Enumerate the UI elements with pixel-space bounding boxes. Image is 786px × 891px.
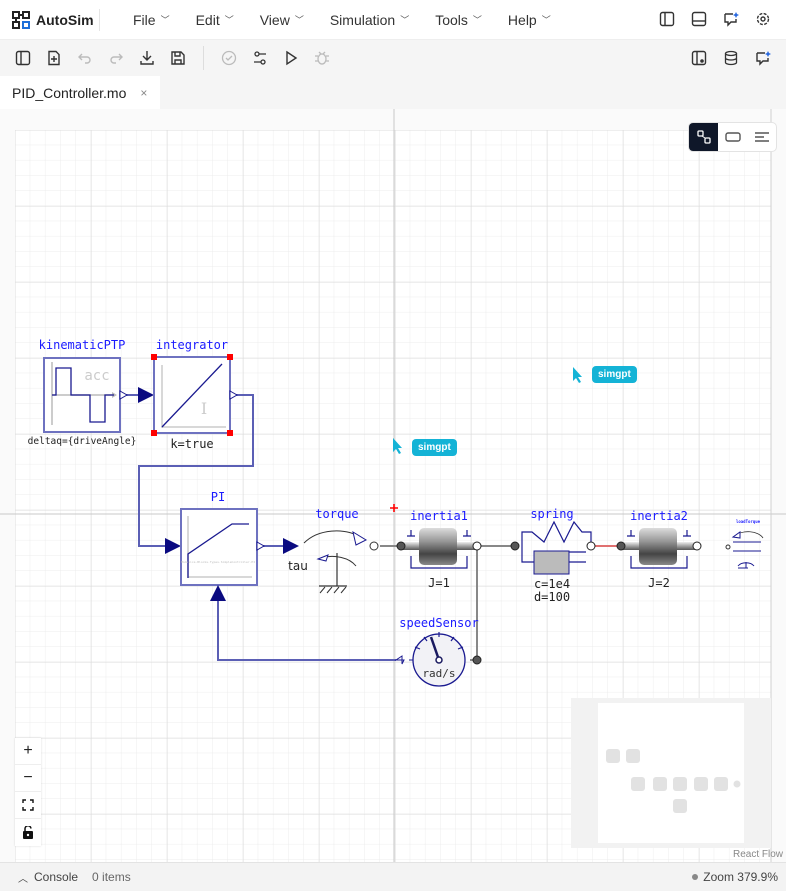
- lock-button[interactable]: [15, 819, 41, 846]
- fit-view-button[interactable]: [15, 792, 41, 819]
- chevron-down-icon: ﹀: [224, 15, 234, 25]
- autosim-logo-icon: [12, 10, 30, 29]
- menu-label: Help: [507, 11, 537, 28]
- toggle-bottom-panel-icon[interactable]: [690, 10, 708, 28]
- block-name: PI: [211, 490, 225, 504]
- debug-icon[interactable]: [313, 49, 331, 67]
- console-toggle[interactable]: ︿ Console: [18, 870, 78, 885]
- toolbar-divider: [203, 46, 204, 70]
- database-icon[interactable]: [722, 49, 740, 67]
- zoom-controls: + −: [15, 738, 41, 846]
- icon-view-button[interactable]: [718, 123, 747, 151]
- menu-edit[interactable]: Edit ﹀: [183, 12, 247, 28]
- collaborator-badge: simgpt: [412, 439, 457, 456]
- menu-bar: AutoSim File ﹀ Edit ﹀ View ﹀ Simulation ﹀ To…: [0, 0, 786, 40]
- menu-tools[interactable]: Tools ﹀: [422, 12, 495, 28]
- block-parameter: deltaq={driveAngle}: [28, 436, 137, 447]
- redo-icon[interactable]: [107, 49, 125, 67]
- port-label: tau: [288, 559, 308, 573]
- plus-icon: +: [23, 742, 33, 759]
- tab-label: PID_Controller.mo: [12, 84, 127, 101]
- sidebar-toggle-icon[interactable]: [14, 49, 32, 67]
- collaborator-badge: simgpt: [592, 366, 637, 383]
- chevron-down-icon: ﹀: [294, 15, 304, 25]
- chevron-down-icon: ﹀: [472, 15, 482, 25]
- block-parameter: d=100: [534, 590, 570, 604]
- console-count: 0 items: [92, 870, 131, 884]
- block-icon-text: Modelica.Blocks.Types.SimpleController.P…: [181, 560, 255, 564]
- settings-gear-icon[interactable]: [754, 10, 772, 28]
- undo-icon[interactable]: [76, 49, 94, 67]
- block-parameter: J=2: [648, 576, 670, 590]
- block-unit: rad/s: [422, 667, 455, 680]
- menu-label: Tools: [435, 11, 468, 28]
- text-view-icon: [754, 132, 769, 142]
- diagram-view-icon: [696, 130, 711, 144]
- block-name: loadTorque: [736, 519, 761, 524]
- menu-label: Edit: [195, 11, 220, 28]
- chevron-up-icon: ︿: [18, 873, 28, 885]
- run-simulation-icon[interactable]: [282, 49, 300, 67]
- chevron-down-icon: ﹀: [400, 15, 410, 25]
- view-mode-switch: [688, 122, 777, 152]
- menu-simulation[interactable]: Simulation ﹀: [317, 12, 422, 28]
- close-tab-icon[interactable]: ×: [140, 86, 147, 100]
- text-view-button[interactable]: [747, 123, 776, 151]
- chevron-down-icon: ﹀: [160, 15, 170, 25]
- library-panel-icon[interactable]: [690, 49, 708, 67]
- react-flow-attribution[interactable]: React Flow: [733, 849, 784, 860]
- block-name: torque: [315, 507, 358, 521]
- simulation-settings-icon[interactable]: [251, 49, 269, 67]
- app-title: AutoSim: [36, 11, 94, 28]
- zoom-out-button[interactable]: −: [15, 765, 41, 792]
- new-file-icon[interactable]: [45, 49, 63, 67]
- menu-file[interactable]: File ﹀: [120, 12, 183, 28]
- block-parameter: J=1: [428, 576, 450, 590]
- block-name: inertia1: [410, 509, 468, 523]
- zoom-in-button[interactable]: +: [15, 738, 41, 765]
- toolbar: [0, 40, 786, 76]
- block-name: kinematicPTP: [39, 338, 126, 352]
- ai-assistant-icon[interactable]: [754, 49, 772, 67]
- minimap[interactable]: [571, 698, 771, 848]
- save-icon[interactable]: [169, 49, 187, 67]
- check-model-icon[interactable]: [220, 49, 238, 67]
- unlock-icon: [23, 826, 33, 839]
- block-name: speedSensor: [399, 616, 478, 630]
- block-name: integrator: [156, 338, 228, 352]
- menu-label: View: [259, 11, 290, 28]
- block-parameter: k=true: [170, 437, 213, 451]
- menu-label: File: [133, 11, 156, 28]
- diagram-view-button[interactable]: [689, 123, 718, 151]
- download-icon[interactable]: [138, 49, 156, 67]
- block-parameter: c=1e4: [534, 577, 570, 591]
- fit-view-icon: [22, 799, 34, 811]
- tab-bar: PID_Controller.mo ×: [0, 76, 786, 109]
- zoom-level: Zoom 379.9%: [703, 870, 778, 884]
- app-logo: AutoSim: [0, 8, 100, 31]
- console-label: Console: [34, 870, 79, 884]
- status-dot-icon: [692, 874, 699, 880]
- block-name: inertia2: [630, 509, 688, 523]
- icon-view-icon: [724, 132, 741, 142]
- menu-label: Simulation: [329, 11, 396, 28]
- block-icon-text: acc: [84, 368, 109, 384]
- ai-chat-icon[interactable]: [722, 10, 740, 28]
- minus-icon: −: [23, 769, 33, 786]
- diagram-canvas[interactable]: kinematicPTP acc deltaq={driveAngle} int…: [0, 109, 786, 862]
- chevron-down-icon: ﹀: [541, 15, 551, 25]
- toggle-left-panel-icon[interactable]: [658, 10, 676, 28]
- menu-help[interactable]: Help ﹀: [495, 12, 564, 28]
- block-name: spring: [530, 507, 573, 521]
- tab-pid-controller[interactable]: PID_Controller.mo ×: [0, 76, 160, 109]
- menu-view[interactable]: View ﹀: [247, 12, 317, 28]
- status-bar: ︿ Console 0 items Zoom 379.9%: [0, 862, 786, 891]
- block-icon-text: I: [201, 399, 207, 418]
